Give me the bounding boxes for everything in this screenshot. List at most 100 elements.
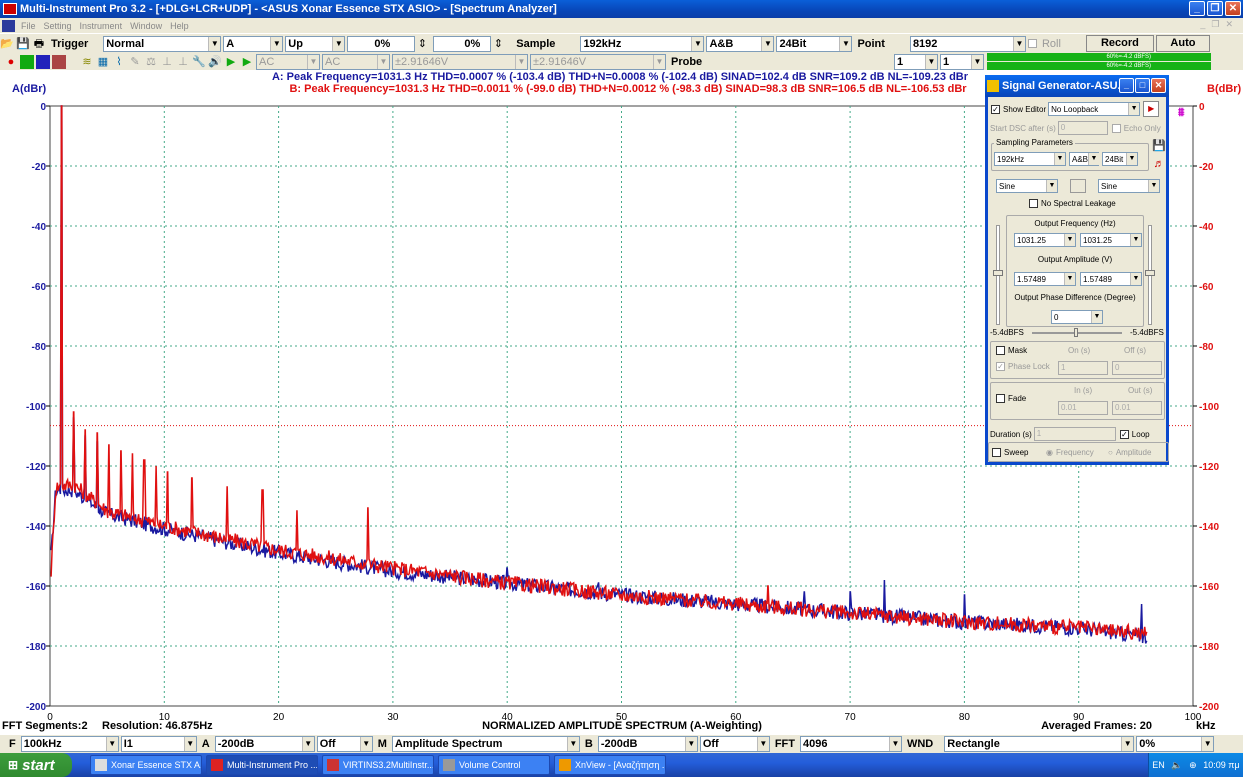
wrench-icon[interactable]: 🔧 — [192, 55, 206, 69]
mdi-window-buttons[interactable]: _❐✕ — [1200, 19, 1239, 30]
generate-play-button[interactable]: ▶ — [1143, 101, 1160, 117]
roll-checkbox[interactable] — [1027, 39, 1037, 48]
coupling-a-select[interactable]: AC ▼ — [256, 53, 320, 70]
coupling-b-select[interactable]: AC ▼ — [322, 53, 390, 70]
balance-slider[interactable] — [1032, 328, 1122, 337]
amplitude-slider-a[interactable] — [993, 225, 1003, 325]
auto-button[interactable]: Auto — [1155, 35, 1210, 52]
dialog-minimize-button[interactable]: _ — [1119, 78, 1134, 93]
menu-instrument[interactable]: Instrument — [76, 21, 127, 31]
fft-size-select[interactable]: 4096 ▼ — [799, 736, 902, 752]
mask-off-input[interactable]: 0 — [1112, 361, 1162, 375]
siggen-rate-select[interactable]: 192kHz ▼ — [994, 152, 1066, 166]
taskbar-item-xonar[interactable]: Xonar Essence STX A... — [90, 755, 202, 775]
menu-window[interactable]: Window — [126, 21, 166, 31]
fft-point-select[interactable]: 8192 ▼ — [909, 35, 1026, 52]
loopback-select[interactable]: No Loopback ▼ — [1048, 102, 1141, 116]
record-button[interactable]: Record — [1085, 35, 1154, 52]
sample-bits-select[interactable]: 24Bit ▼ — [776, 35, 853, 52]
waveform-b-select[interactable]: Sine ▼ — [1098, 179, 1160, 193]
menu-setting[interactable]: Setting — [40, 21, 76, 31]
range-a-select[interactable]: ±2.91646V ▼ — [392, 53, 528, 70]
restore-button[interactable]: ❐ — [1207, 1, 1223, 16]
language-indicator[interactable]: EN — [1152, 760, 1165, 770]
amplitude-a-select[interactable]: 1.57489 ▼ — [1014, 272, 1076, 286]
tool-icon[interactable]: ✎ — [128, 55, 142, 69]
sample-rate-select[interactable]: 192kHz ▼ — [580, 35, 705, 52]
sample-channels-select[interactable]: A&B ▼ — [706, 35, 775, 52]
trigger-delay-updown[interactable]: ⇕ — [493, 37, 503, 51]
dialog-maximize-button[interactable]: □ — [1135, 78, 1150, 93]
trigger-delay-spinner[interactable]: 0% — [433, 35, 492, 52]
sweep-frequency-radio[interactable]: ◉ — [1046, 448, 1053, 457]
frequency-b-select[interactable]: 1031.25 ▼ — [1080, 233, 1142, 247]
amplitude-slider-b[interactable] — [1145, 225, 1155, 325]
b-off-select[interactable]: Off ▼ — [699, 736, 770, 752]
play-step-icon[interactable]: ▶ — [240, 55, 254, 69]
open-folder-icon[interactable]: 📂 — [0, 37, 14, 51]
sweep-amplitude-radio[interactable]: ○ — [1108, 448, 1113, 457]
menu-file[interactable]: File — [17, 21, 40, 31]
phase-lock-checkbox[interactable]: ✓ — [996, 362, 1005, 371]
print-icon[interactable]: 🖶 — [32, 37, 46, 51]
spectroscope-icon[interactable] — [52, 54, 66, 69]
duration-input[interactable]: 1 — [1033, 427, 1116, 441]
taskbar-item-virtins-pdf[interactable]: VIRTINS3.2MultiInstr... — [322, 755, 434, 775]
trigger-level-spinner[interactable]: 0% — [347, 35, 416, 52]
calibrate-icon[interactable]: ⚖ — [144, 55, 158, 69]
play-icon[interactable]: ▶ — [224, 55, 238, 69]
waveform-a-select[interactable]: Sine ▼ — [996, 179, 1058, 193]
tray-network-icon[interactable]: ⊕ — [1189, 760, 1197, 771]
fade-out-input[interactable]: 0.01 — [1112, 401, 1162, 415]
a-range-select[interactable]: -200dB ▼ — [214, 736, 315, 752]
taskbar-item-volume-control[interactable]: Volume Control — [438, 755, 550, 775]
mask-on-input[interactable]: 1 — [1058, 361, 1108, 375]
tray-speaker-icon[interactable]: 🔈 — [1171, 760, 1182, 771]
sweep-checkbox[interactable] — [992, 448, 1001, 457]
overlap-select[interactable]: 0% ▼ — [1136, 736, 1215, 752]
multimeter-icon[interactable]: ≋ — [80, 55, 94, 69]
frequency-a-select[interactable]: 1031.25 ▼ — [1014, 233, 1076, 247]
trigger-level-updown[interactable]: ⇕ — [417, 37, 427, 51]
calibrate-a-icon[interactable]: ⊥ — [160, 55, 174, 69]
start-dsc-input[interactable]: 0 — [1057, 121, 1108, 135]
window-function-select[interactable]: Rectangle ▼ — [944, 736, 1135, 752]
menu-help[interactable]: Help — [166, 21, 193, 31]
record-dot-icon[interactable]: ● — [4, 55, 18, 69]
show-editor-checkbox[interactable]: ✓ — [991, 104, 1000, 114]
trigger-edge-select[interactable]: Up ▼ — [285, 35, 346, 52]
probe-a-select[interactable]: 1 ▼ — [894, 53, 938, 70]
fade-checkbox[interactable] — [996, 394, 1005, 403]
mask-checkbox[interactable] — [996, 346, 1005, 355]
frequency-range-select[interactable]: 100kHz ▼ — [20, 736, 119, 752]
dialog-close-button[interactable]: ✕ — [1151, 78, 1166, 93]
range-b-select[interactable]: ±2.91646V ▼ — [530, 53, 666, 70]
echo-only-checkbox[interactable] — [1111, 123, 1121, 133]
start-button[interactable]: ⊞ start — [0, 753, 72, 777]
dds-icon[interactable]: ⌇ — [112, 55, 126, 69]
no-spectral-leakage-checkbox[interactable] — [1029, 199, 1038, 208]
probe-b-select[interactable]: 1 ▼ — [940, 53, 984, 70]
close-button[interactable]: ✕ — [1225, 1, 1241, 16]
fade-in-input[interactable]: 0.01 — [1058, 401, 1108, 415]
trigger-channel-select[interactable]: A ▼ — [223, 35, 284, 52]
b-range-select[interactable]: -200dB ▼ — [597, 736, 698, 752]
siggen-save-icon[interactable]: 💾 — [1152, 139, 1166, 153]
siggen-bits-select[interactable]: 24Bit ▼ — [1102, 152, 1138, 166]
signal-generator-titlebar[interactable]: Signal Generator-ASU... _ □ ✕ — [985, 75, 1169, 97]
calibrate-b-icon[interactable]: ⊥ — [176, 55, 190, 69]
phase-select[interactable]: 0 ▼ — [1051, 310, 1103, 324]
siggen-sequence-icon[interactable]: ♬ — [1152, 157, 1166, 171]
trigger-mode-select[interactable]: Normal ▼ — [103, 35, 222, 52]
speaker-icon[interactable]: 🔊 — [208, 55, 222, 69]
taskbar-item-multi-instrument[interactable]: Multi-Instrument Pro ... — [206, 755, 318, 775]
loop-checkbox[interactable]: ✓ — [1119, 429, 1129, 439]
mode-select[interactable]: Amplitude Spectrum ▼ — [391, 736, 580, 752]
siggen-channels-select[interactable]: A&B ▼ — [1069, 152, 1100, 166]
spectrum-analyzer-icon[interactable] — [36, 54, 50, 69]
oscilloscope-icon[interactable] — [20, 54, 34, 69]
amplitude-b-select[interactable]: 1.57489 ▼ — [1080, 272, 1142, 286]
minimize-button[interactable]: _ — [1189, 1, 1205, 16]
frequency-scale-select[interactable]: I1 ▼ — [120, 736, 197, 752]
generator-icon[interactable]: ▦ — [96, 55, 110, 69]
